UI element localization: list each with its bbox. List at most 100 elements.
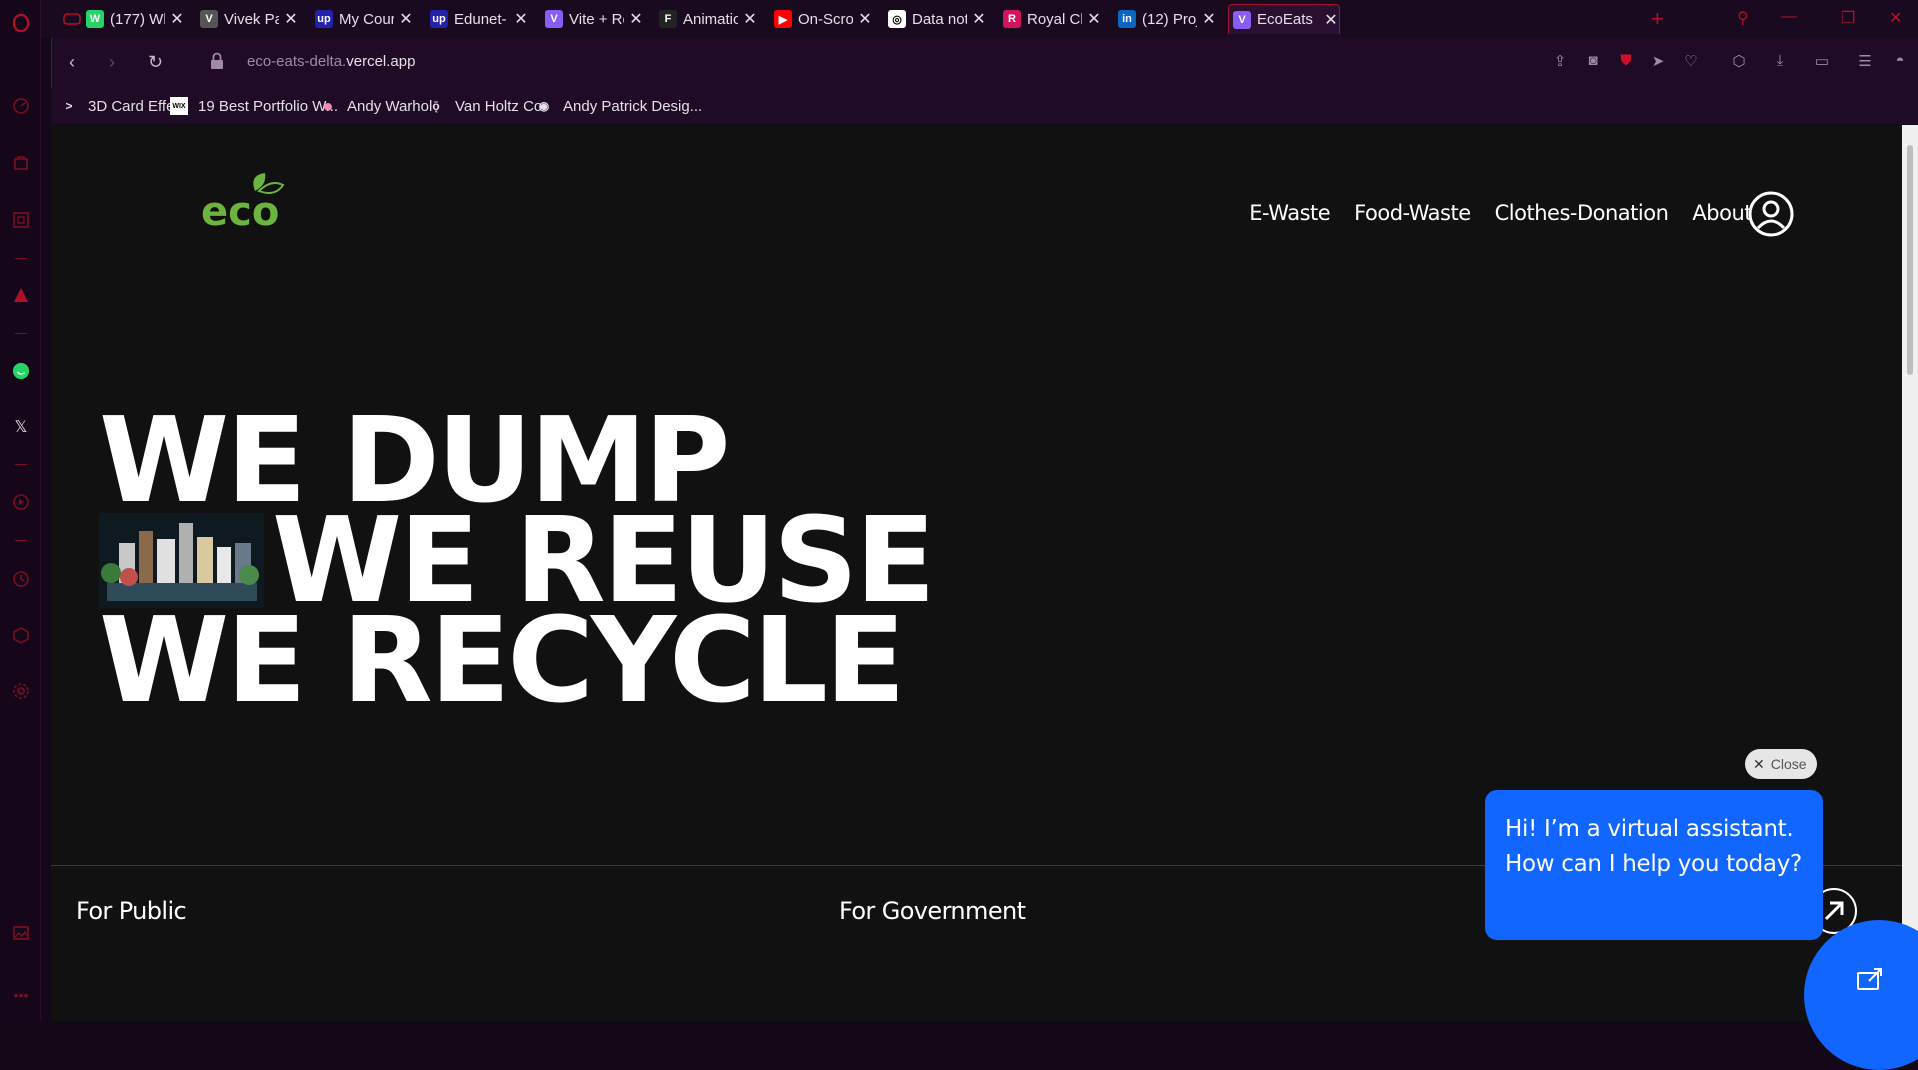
tab-favicon: ▶ <box>774 10 792 28</box>
nav-clothes-donation[interactable]: Clothes-Donation <box>1495 201 1669 225</box>
bookmark-item[interactable]: WIX 19 Best Portfolio W... <box>170 94 338 118</box>
tab-label: Vite + React <box>569 10 624 28</box>
tab-close-icon[interactable]: ✕ <box>513 9 529 29</box>
player-icon[interactable] <box>12 493 30 511</box>
tab-label: Vivek Pandey <box>224 10 279 28</box>
browser-tab[interactable]: in (12) Projects✕ <box>1114 4 1217 34</box>
browser-tab[interactable]: V Vite + React✕ <box>541 4 644 34</box>
tab-favicon: W <box>86 10 104 28</box>
browser-tab[interactable]: V EcoEats ✕ <box>1228 4 1340 34</box>
browser-tab[interactable]: R Royal Challengers✕ <box>999 4 1102 34</box>
chat-message-bubble[interactable]: Hi! I’m a virtual assistant. How can I h… <box>1485 790 1823 940</box>
eco-logo[interactable]: eco <box>197 169 297 229</box>
x-twitter-icon[interactable]: 𝕏 <box>12 418 30 436</box>
battery-icon[interactable]: ▭ <box>1813 52 1831 70</box>
tab-label: (12) Projects <box>1142 10 1197 28</box>
tab-favicon: ◎ <box>888 10 906 28</box>
send-icon[interactable]: ➤ <box>1649 52 1667 70</box>
history-icon[interactable] <box>12 570 30 588</box>
more-dots-icon[interactable]: ••• <box>12 986 30 1004</box>
for-public-label[interactable]: For Public <box>76 897 187 925</box>
close-icon: ✕ <box>1753 755 1765 772</box>
page-scrollbar[interactable] <box>1902 125 1918 1021</box>
share-icon[interactable]: ⇪ <box>1551 52 1569 70</box>
heart-bookmark-icon[interactable]: ♡ <box>1682 52 1700 70</box>
bookmark-item[interactable]: ● Andy Warhol <box>319 94 433 118</box>
hero-line-recycle: WE RECYCLE <box>99 591 906 729</box>
easy-setup-icon[interactable]: ☰ <box>1856 52 1874 70</box>
browser-tab[interactable]: W (177) WhatsApp✕ <box>82 4 185 34</box>
bookmarks-bar: >3D Card Effect WIX 19 Best Portfolio W...… <box>51 88 1918 124</box>
bookmark-item[interactable]: ◉ Andy Patrick Desig... <box>535 94 702 118</box>
lock-icon <box>211 52 223 69</box>
hero-heading: WE DUMP WE REUSE WE RECYCLE <box>99 401 936 729</box>
scrollbar-thumb[interactable] <box>1907 145 1913 375</box>
back-button[interactable]: ‹ <box>69 52 75 73</box>
speed-dial-icon[interactable] <box>12 97 30 115</box>
settings-gear-icon[interactable] <box>12 682 30 700</box>
bookmark-item[interactable]: ǭ Van Holtz Co <box>427 94 542 118</box>
user-account-icon[interactable] <box>1747 190 1795 238</box>
tab-close-icon[interactable]: ✕ <box>628 9 644 29</box>
close-window-button[interactable]: ✕ <box>1889 8 1902 28</box>
reload-icon[interactable]: ↻ <box>148 52 163 73</box>
restore-button[interactable]: ❐ <box>1841 8 1855 28</box>
gx-corner-icon[interactable] <box>63 10 81 28</box>
url-field[interactable]: eco-eats-delta.vercel.app <box>247 53 415 70</box>
cube-box-icon[interactable]: ⬡ <box>1730 52 1748 70</box>
whatsapp-icon[interactable] <box>12 362 30 380</box>
search-tabs-icon[interactable]: ⚲ <box>1737 8 1749 28</box>
forward-button[interactable]: › <box>109 52 115 73</box>
url-host: vercel.app <box>346 53 416 70</box>
gallery-icon[interactable] <box>12 924 30 942</box>
minimize-button[interactable]: — <box>1781 8 1797 26</box>
tab-favicon: V <box>200 10 218 28</box>
chat-close-button[interactable]: ✕ Close <box>1745 749 1817 779</box>
tab-close-icon[interactable]: ✕ <box>1323 10 1339 30</box>
tab-label: Data not passing <box>912 10 967 28</box>
browser-tab[interactable]: V Vivek Pandey✕ <box>196 4 299 34</box>
browser-tab[interactable]: up My Courses✕ <box>311 4 414 34</box>
tab-favicon: V <box>545 10 563 28</box>
tab-close-icon[interactable]: ✕ <box>283 9 299 29</box>
nav-e-waste[interactable]: E-Waste <box>1249 201 1330 225</box>
tab-close-icon[interactable]: ✕ <box>398 9 414 29</box>
tab-label: My Courses <box>339 10 394 28</box>
tab-close-icon[interactable]: ✕ <box>1086 9 1102 29</box>
tab-close-icon[interactable]: ✕ <box>169 9 185 29</box>
bookmark-icon: ǭ <box>432 99 440 113</box>
tab-label: Animation <box>683 10 738 28</box>
cube-icon[interactable] <box>12 626 30 644</box>
tab-favicon: F <box>659 10 677 28</box>
tab-favicon: R <box>1003 10 1021 28</box>
for-government-label[interactable]: For Government <box>839 897 1026 925</box>
browser-tab[interactable]: up Edunet- Internship✕ <box>426 4 529 34</box>
profile-icon[interactable]: ◓ <box>1891 52 1909 70</box>
main-nav: E-Waste Food-Waste Clothes-Donation Abou… <box>1249 201 1752 225</box>
shopping-bag-icon[interactable] <box>12 153 30 171</box>
tab-close-icon[interactable]: ✕ <box>971 9 987 29</box>
tab-close-icon[interactable]: ✕ <box>1201 9 1217 29</box>
nav-food-waste[interactable]: Food-Waste <box>1354 201 1471 225</box>
opera-logo-icon[interactable] <box>12 13 30 33</box>
browser-sidebar: 𝕏 ••• <box>0 0 41 1021</box>
aria-icon[interactable] <box>12 286 30 304</box>
nav-about[interactable]: About <box>1692 201 1752 225</box>
adblock-shield-icon[interactable]: ⛊ <box>1617 52 1635 70</box>
address-bar: ‹ › ↻ eco-eats-delta.vercel.app ⇪ ◙ ⛊ ➤ … <box>51 38 1918 88</box>
browser-tab[interactable]: ◎ Data not passing✕ <box>884 4 987 34</box>
snapshot-camera-icon[interactable]: ◙ <box>1584 52 1602 70</box>
bookmark-icon: > <box>65 99 73 113</box>
new-tab-button[interactable]: + <box>1651 6 1664 32</box>
tab-close-icon[interactable]: ✕ <box>742 9 758 29</box>
download-icon[interactable]: ⤓ <box>1771 52 1789 70</box>
tab-label: On-Scroll Reveal <box>798 10 853 28</box>
extensions-icon[interactable] <box>12 211 30 229</box>
tab-strip: W(177) WhatsApp✕VVivek Pandey✕upMy Cours… <box>41 0 1918 38</box>
browser-tab[interactable]: F Animation✕ <box>655 4 758 34</box>
tab-close-icon[interactable]: ✕ <box>857 9 873 29</box>
browser-tab[interactable]: ▶ On-Scroll Reveal✕ <box>770 4 873 34</box>
tab-label: (177) WhatsApp <box>110 10 165 28</box>
bookmark-item[interactable]: >3D Card Effect <box>60 94 186 118</box>
logo-text: eco <box>201 189 279 229</box>
